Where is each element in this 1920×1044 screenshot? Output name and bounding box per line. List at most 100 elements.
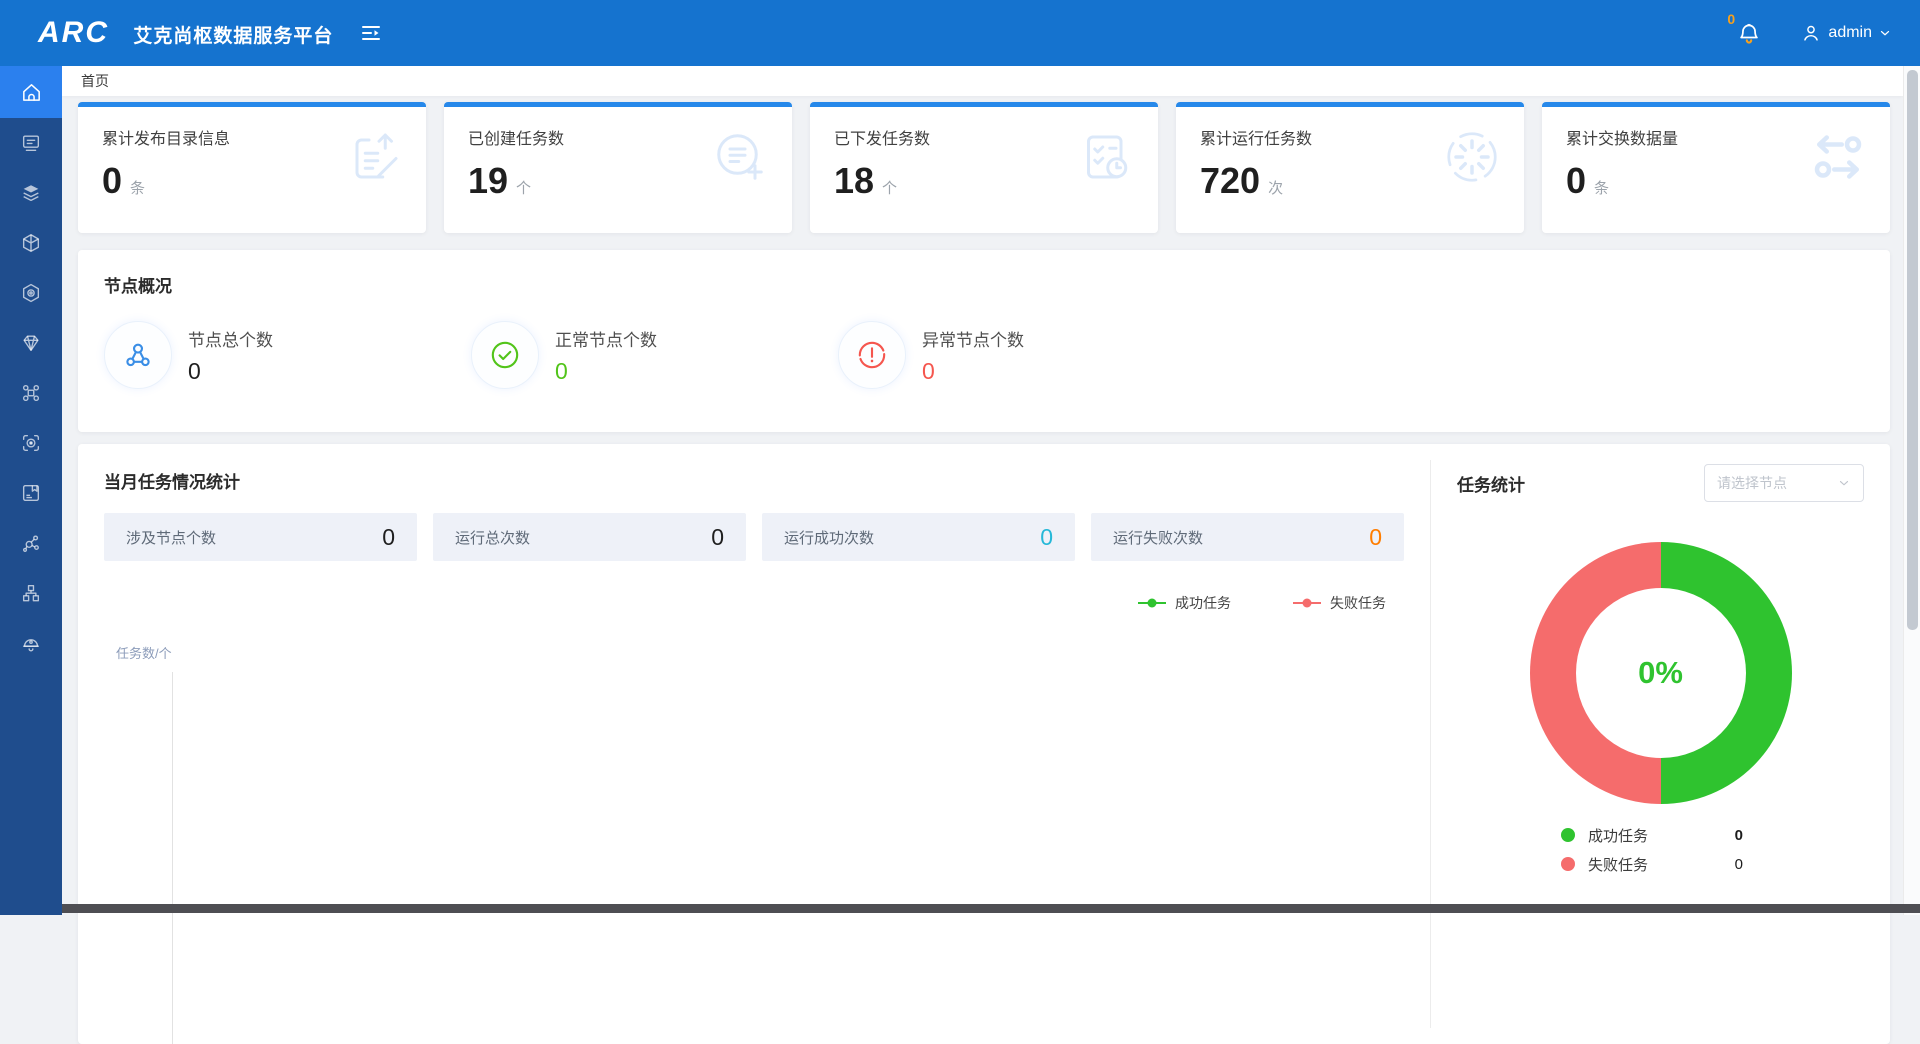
bottom-panel: 当月任务情况统计 涉及节点个数 0 运行总次数 0 运行成功次数 0 [78,444,1890,1044]
y-axis-label: 任务数/个 [104,643,1404,662]
stat-card-unit: 条 [130,177,145,198]
donut-percentage: 0% [1638,655,1683,691]
sidebar-item-library[interactable] [0,468,62,518]
sidebar-item-home[interactable] [0,66,62,118]
stat-card-dispatched: 已下发任务数 18 个 [810,102,1158,233]
node-total-stat: 节点总个数 0 [104,321,471,389]
monthly-title: 当月任务情况统计 [104,468,1404,493]
sidebar-item-monitor[interactable] [0,418,62,468]
dashboard-content: 累计发布目录信息 0 条 已创建任务数 19 [62,96,1903,1044]
monthly-stat-success-runs: 运行成功次数 0 [762,513,1075,561]
user-icon [1800,22,1822,44]
document-publish-icon [344,127,404,187]
stat-card-value: 18 [834,161,874,201]
layers-icon [20,182,42,204]
sidebar-item-engine[interactable] [0,268,62,318]
node-overview-panel: 节点概况 节点总个数 0 [78,250,1890,432]
stat-card-value: 0 [1566,161,1586,201]
app-header: ARC 艾克尚枢数据服务平台 0 admin [0,0,1920,66]
main-area: 首页 累计发布目录信息 0 条 [62,66,1903,915]
sidebar-item-layers[interactable] [0,168,62,218]
sidebar-item-alerts[interactable] [0,618,62,668]
cube-icon [20,232,42,254]
red-dot-icon [1561,857,1575,871]
header-actions: 0 admin [1736,20,1892,46]
sidebar-item-scheduler[interactable] [0,368,62,418]
sidebar-item-orgchart[interactable] [0,568,62,618]
notification-bell[interactable]: 0 [1736,20,1762,46]
node-error-icon [838,321,906,389]
legend-line-dot-red [1293,598,1321,608]
node-stats-row: 节点总个数 0 正常节点个数 0 [104,321,1864,389]
monthly-stats-row: 涉及节点个数 0 运行总次数 0 运行成功次数 0 运行失败次数 0 [104,513,1404,561]
stat-card-value: 19 [468,161,508,201]
node-select-dropdown[interactable]: 请选择节点 [1704,464,1864,502]
archive-book-icon [20,482,42,504]
service-bell-icon [20,632,42,654]
stat-card-unit: 条 [1594,177,1609,198]
monthly-task-section: 当月任务情况统计 涉及节点个数 0 运行总次数 0 运行成功次数 0 [78,444,1430,1044]
donut-hole: 0% [1576,588,1746,758]
stat-cards-row: 累计发布目录信息 0 条 已创建任务数 19 [78,102,1890,233]
horizontal-scrollbar-strip [62,904,1920,913]
sidebar-item-cube[interactable] [0,218,62,268]
gem-icon [20,332,42,354]
select-placeholder: 请选择节点 [1717,473,1787,493]
node-stat-label: 正常节点个数 [555,326,657,351]
scrollbar-thumb[interactable] [1907,70,1918,630]
gear-box-icon [20,282,42,304]
username: admin [1828,24,1872,42]
notification-badge: 0 [1727,11,1735,27]
stat-card-unit: 次 [1268,177,1283,198]
node-overview-title: 节点概况 [104,272,1864,297]
node-error-stat: 异常节点个数 0 [838,321,1205,389]
menu-collapse-icon[interactable] [359,21,383,45]
user-menu[interactable]: admin [1800,22,1892,44]
sidebar-item-topology[interactable] [0,518,62,568]
legend-failed-tasks[interactable]: 失败任务 [1293,593,1386,613]
command-icon [20,382,42,404]
task-stats-title: 任务统计 [1457,471,1525,496]
task-running-icon [1442,127,1502,187]
logo-text: ARC [38,16,109,49]
breadcrumb: 首页 [62,66,1903,96]
line-chart-legend: 成功任务 失败任务 [104,593,1404,613]
legend-line-dot-green [1138,598,1166,608]
stat-card-created: 已创建任务数 19 个 [444,102,792,233]
chevron-down-icon [1837,476,1851,490]
vertical-scrollbar[interactable] [1903,66,1920,915]
breadcrumb-home[interactable]: 首页 [81,71,109,91]
stat-card-exchange: 累计交换数据量 0 条 [1542,102,1890,233]
node-stat-label: 异常节点个数 [922,326,1024,351]
bell-icon [1736,20,1762,46]
node-normal-icon [471,321,539,389]
legend-success-tasks[interactable]: 成功任务 [1138,593,1231,613]
task-stats-section: 任务统计 请选择节点 0% [1431,444,1890,1044]
target-scan-icon [20,432,42,454]
sidebar-item-catalog[interactable] [0,118,62,168]
sitemap-icon [20,582,42,604]
stat-card-catalog: 累计发布目录信息 0 条 [78,102,426,233]
chevron-down-icon [1878,26,1892,40]
task-dispatched-icon [1076,127,1136,187]
sidebar-item-assets[interactable] [0,318,62,368]
sidebar [0,66,62,915]
node-total-icon [104,321,172,389]
node-stat-label: 节点总个数 [188,326,273,351]
home-icon [20,81,43,104]
stat-card-unit: 个 [516,177,531,198]
stat-card-unit: 个 [882,177,897,198]
data-exchange-icon [1808,127,1868,187]
node-stat-value: 0 [555,358,657,385]
monthly-stat-failed-runs: 运行失败次数 0 [1091,513,1404,561]
node-stat-value: 0 [922,358,1024,385]
donut-legend-failed[interactable]: 失败任务 0 [1561,851,1743,877]
stat-card-value: 720 [1200,161,1260,201]
task-created-icon [710,127,770,187]
node-stat-value: 0 [188,358,273,385]
donut-legend-success[interactable]: 成功任务 0 [1561,822,1743,848]
green-dot-icon [1561,828,1575,842]
monitor-list-icon [20,132,42,154]
app-title: 艾克尚枢数据服务平台 [133,26,333,47]
node-normal-stat: 正常节点个数 0 [471,321,838,389]
